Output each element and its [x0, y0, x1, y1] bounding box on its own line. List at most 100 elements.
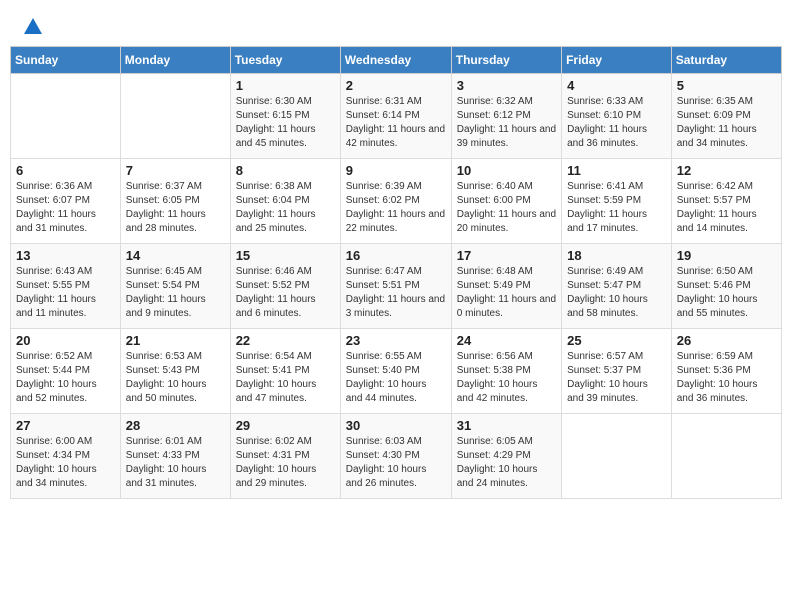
- calendar-table: SundayMondayTuesdayWednesdayThursdayFrid…: [10, 46, 782, 499]
- day-info: Sunrise: 6:47 AM Sunset: 5:51 PM Dayligh…: [346, 265, 446, 321]
- day-number: 11: [567, 163, 666, 178]
- calendar-cell: 15 Sunrise: 6:46 AM Sunset: 5:52 PM Dayli…: [230, 244, 340, 329]
- calendar-cell: 27 Sunrise: 6:00 AM Sunset: 4:34 PM Dayli…: [11, 414, 121, 499]
- day-info: Sunrise: 6:38 AM Sunset: 6:04 PM Dayligh…: [236, 180, 335, 236]
- day-number: 21: [126, 333, 225, 348]
- day-number: 29: [236, 418, 335, 433]
- day-info: Sunrise: 6:49 AM Sunset: 5:47 PM Dayligh…: [567, 265, 666, 321]
- day-number: 19: [677, 248, 776, 263]
- calendar-cell: 3 Sunrise: 6:32 AM Sunset: 6:12 PM Daylig…: [451, 74, 561, 159]
- day-number: 18: [567, 248, 666, 263]
- day-number: 16: [346, 248, 446, 263]
- calendar-cell: 8 Sunrise: 6:38 AM Sunset: 6:04 PM Daylig…: [230, 159, 340, 244]
- day-info: Sunrise: 6:50 AM Sunset: 5:46 PM Dayligh…: [677, 265, 776, 321]
- day-of-week-header: Tuesday: [230, 47, 340, 74]
- calendar-cell: 6 Sunrise: 6:36 AM Sunset: 6:07 PM Daylig…: [11, 159, 121, 244]
- day-number: 10: [457, 163, 556, 178]
- day-number: 31: [457, 418, 556, 433]
- day-number: 20: [16, 333, 115, 348]
- day-number: 8: [236, 163, 335, 178]
- day-info: Sunrise: 6:54 AM Sunset: 5:41 PM Dayligh…: [236, 350, 335, 406]
- day-info: Sunrise: 6:01 AM Sunset: 4:33 PM Dayligh…: [126, 435, 225, 491]
- day-number: 25: [567, 333, 666, 348]
- day-of-week-header: Wednesday: [340, 47, 451, 74]
- day-number: 17: [457, 248, 556, 263]
- day-info: Sunrise: 6:42 AM Sunset: 5:57 PM Dayligh…: [677, 180, 776, 236]
- day-info: Sunrise: 6:00 AM Sunset: 4:34 PM Dayligh…: [16, 435, 115, 491]
- day-info: Sunrise: 6:40 AM Sunset: 6:00 PM Dayligh…: [457, 180, 556, 236]
- day-number: 28: [126, 418, 225, 433]
- day-info: Sunrise: 6:52 AM Sunset: 5:44 PM Dayligh…: [16, 350, 115, 406]
- day-info: Sunrise: 6:41 AM Sunset: 5:59 PM Dayligh…: [567, 180, 666, 236]
- calendar-cell: 12 Sunrise: 6:42 AM Sunset: 5:57 PM Dayli…: [671, 159, 781, 244]
- calendar-week-row: 13Sunrise: 6:43 AM Sunset: 5:55 PM Dayli…: [11, 244, 782, 329]
- calendar-cell: 20 Sunrise: 6:52 AM Sunset: 5:44 PM Dayli…: [11, 329, 121, 414]
- day-number: 6: [16, 163, 115, 178]
- day-info: Sunrise: 6:39 AM Sunset: 6:02 PM Dayligh…: [346, 180, 446, 236]
- calendar-header-row: SundayMondayTuesdayWednesdayThursdayFrid…: [11, 47, 782, 74]
- day-info: Sunrise: 6:35 AM Sunset: 6:09 PM Dayligh…: [677, 95, 776, 151]
- day-number: 27: [16, 418, 115, 433]
- calendar-cell: 13Sunrise: 6:43 AM Sunset: 5:55 PM Dayli…: [11, 244, 121, 329]
- day-info: Sunrise: 6:57 AM Sunset: 5:37 PM Dayligh…: [567, 350, 666, 406]
- calendar-cell: 17 Sunrise: 6:48 AM Sunset: 5:49 PM Dayli…: [451, 244, 561, 329]
- calendar-week-row: 20 Sunrise: 6:52 AM Sunset: 5:44 PM Dayli…: [11, 329, 782, 414]
- day-info: Sunrise: 6:31 AM Sunset: 6:14 PM Dayligh…: [346, 95, 446, 151]
- day-info: Sunrise: 6:45 AM Sunset: 5:54 PM Dayligh…: [126, 265, 225, 321]
- calendar-cell: 25 Sunrise: 6:57 AM Sunset: 5:37 PM Dayli…: [562, 329, 672, 414]
- day-number: 7: [126, 163, 225, 178]
- day-number: 2: [346, 78, 446, 93]
- calendar-cell: 11 Sunrise: 6:41 AM Sunset: 5:59 PM Dayli…: [562, 159, 672, 244]
- day-info: Sunrise: 6:33 AM Sunset: 6:10 PM Dayligh…: [567, 95, 666, 151]
- day-of-week-header: Sunday: [11, 47, 121, 74]
- calendar-cell: 19 Sunrise: 6:50 AM Sunset: 5:46 PM Dayli…: [671, 244, 781, 329]
- day-info: Sunrise: 6:02 AM Sunset: 4:31 PM Dayligh…: [236, 435, 335, 491]
- calendar-cell: 24 Sunrise: 6:56 AM Sunset: 5:38 PM Dayli…: [451, 329, 561, 414]
- calendar-cell: 23Sunrise: 6:55 AM Sunset: 5:40 PM Dayli…: [340, 329, 451, 414]
- day-of-week-header: Monday: [120, 47, 230, 74]
- day-number: 9: [346, 163, 446, 178]
- calendar-cell: [120, 74, 230, 159]
- calendar-cell: 29 Sunrise: 6:02 AM Sunset: 4:31 PM Dayli…: [230, 414, 340, 499]
- day-info: Sunrise: 6:30 AM Sunset: 6:15 PM Dayligh…: [236, 95, 335, 151]
- calendar-week-row: 27 Sunrise: 6:00 AM Sunset: 4:34 PM Dayli…: [11, 414, 782, 499]
- calendar-cell: 21Sunrise: 6:53 AM Sunset: 5:43 PM Dayli…: [120, 329, 230, 414]
- day-info: Sunrise: 6:46 AM Sunset: 5:52 PM Dayligh…: [236, 265, 335, 321]
- calendar-cell: 9 Sunrise: 6:39 AM Sunset: 6:02 PM Daylig…: [340, 159, 451, 244]
- day-info: Sunrise: 6:56 AM Sunset: 5:38 PM Dayligh…: [457, 350, 556, 406]
- day-number: 5: [677, 78, 776, 93]
- day-number: 3: [457, 78, 556, 93]
- day-number: 26: [677, 333, 776, 348]
- calendar-cell: 31Sunrise: 6:05 AM Sunset: 4:29 PM Dayli…: [451, 414, 561, 499]
- calendar-cell: 2 Sunrise: 6:31 AM Sunset: 6:14 PM Daylig…: [340, 74, 451, 159]
- day-number: 30: [346, 418, 446, 433]
- day-number: 1: [236, 78, 335, 93]
- calendar-cell: 1 Sunrise: 6:30 AM Sunset: 6:15 PM Daylig…: [230, 74, 340, 159]
- page-header: [10, 10, 782, 38]
- day-of-week-header: Friday: [562, 47, 672, 74]
- day-number: 24: [457, 333, 556, 348]
- day-info: Sunrise: 6:36 AM Sunset: 6:07 PM Dayligh…: [16, 180, 115, 236]
- calendar-cell: 30Sunrise: 6:03 AM Sunset: 4:30 PM Dayli…: [340, 414, 451, 499]
- calendar-cell: 28 Sunrise: 6:01 AM Sunset: 4:33 PM Dayli…: [120, 414, 230, 499]
- day-number: 14: [126, 248, 225, 263]
- calendar-cell: 10 Sunrise: 6:40 AM Sunset: 6:00 PM Dayli…: [451, 159, 561, 244]
- calendar-cell: 14 Sunrise: 6:45 AM Sunset: 5:54 PM Dayli…: [120, 244, 230, 329]
- day-info: Sunrise: 6:55 AM Sunset: 5:40 PM Dayligh…: [346, 350, 446, 406]
- calendar-cell: 18 Sunrise: 6:49 AM Sunset: 5:47 PM Dayli…: [562, 244, 672, 329]
- calendar-cell: [671, 414, 781, 499]
- day-number: 12: [677, 163, 776, 178]
- calendar-cell: [562, 414, 672, 499]
- calendar-cell: 7 Sunrise: 6:37 AM Sunset: 6:05 PM Daylig…: [120, 159, 230, 244]
- day-number: 22: [236, 333, 335, 348]
- day-of-week-header: Thursday: [451, 47, 561, 74]
- calendar-cell: [11, 74, 121, 159]
- day-info: Sunrise: 6:37 AM Sunset: 6:05 PM Dayligh…: [126, 180, 225, 236]
- day-info: Sunrise: 6:48 AM Sunset: 5:49 PM Dayligh…: [457, 265, 556, 321]
- day-info: Sunrise: 6:59 AM Sunset: 5:36 PM Dayligh…: [677, 350, 776, 406]
- day-number: 15: [236, 248, 335, 263]
- calendar-week-row: 6 Sunrise: 6:36 AM Sunset: 6:07 PM Daylig…: [11, 159, 782, 244]
- calendar-cell: 16 Sunrise: 6:47 AM Sunset: 5:51 PM Dayli…: [340, 244, 451, 329]
- day-info: Sunrise: 6:43 AM Sunset: 5:55 PM Dayligh…: [16, 265, 115, 321]
- day-info: Sunrise: 6:32 AM Sunset: 6:12 PM Dayligh…: [457, 95, 556, 151]
